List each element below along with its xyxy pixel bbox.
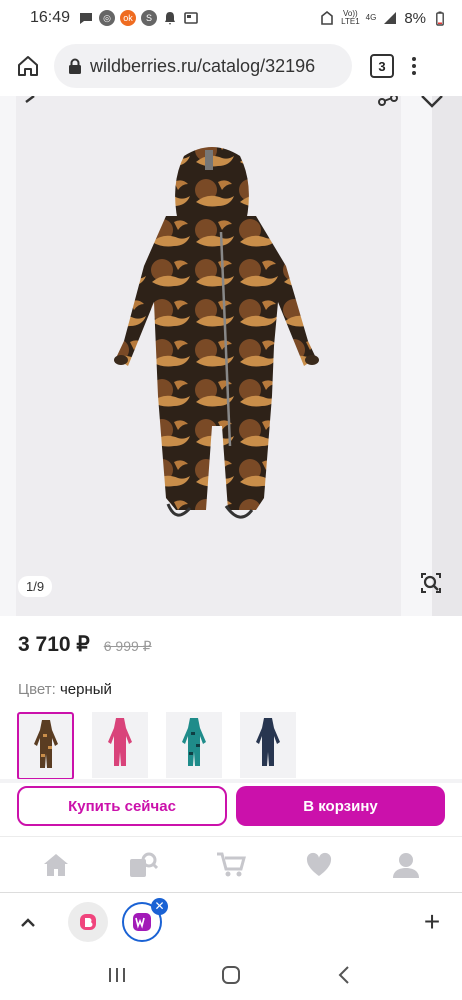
share-icon[interactable] [376, 96, 400, 110]
color-label: Цвет: [18, 681, 56, 698]
next-photo-preview[interactable] [432, 96, 462, 616]
nav-cart[interactable] [211, 845, 251, 885]
pink-app-icon [80, 913, 96, 930]
price-block: 3 710 ₽ 6 999 ₽ [18, 632, 152, 657]
system-back-icon[interactable] [334, 964, 356, 986]
cart-icon [216, 852, 246, 876]
signal-type: 4G [365, 13, 377, 22]
clock: 16:49 [30, 9, 71, 26]
swatch-teal[interactable] [166, 712, 222, 778]
favorite-heart-icon[interactable] [420, 96, 444, 110]
swatch-image [182, 718, 206, 766]
alarm-icon [319, 10, 335, 26]
dot [412, 57, 416, 61]
swatch-image [33, 720, 58, 768]
swatch-navy[interactable] [240, 712, 296, 778]
home-icon [18, 56, 38, 76]
chat-icon [78, 10, 94, 26]
battery-icon [432, 10, 448, 26]
expand-tab-group-button[interactable] [16, 910, 40, 934]
notification-icons: ◎ ok S [78, 10, 199, 26]
status-bar: 16:49 ◎ ok S Vo)) LTE1 4G 8% [0, 0, 462, 36]
shazam-icon: S [141, 10, 158, 26]
nav-profile[interactable] [386, 845, 426, 885]
battery-level: 8% [404, 9, 426, 27]
snowsuit-image [114, 147, 319, 519]
old-price: 6 999 ₽ [103, 638, 152, 654]
system-navigation [0, 950, 462, 1000]
url-text: wildberries.ru/catalog/32196 [90, 55, 316, 76]
sync-icon: ◎ [99, 10, 116, 26]
add-to-cart-button[interactable]: В корзину [236, 786, 445, 826]
nav-favorites[interactable] [299, 845, 339, 885]
home-button[interactable] [12, 50, 44, 82]
current-price: 3 710 ₽ [18, 633, 90, 656]
color-selector-label: Цвет: черный [18, 681, 112, 698]
app-icon: ok [120, 10, 137, 26]
address-bar[interactable]: wildberries.ru/catalog/32196 [54, 44, 352, 88]
dot [412, 71, 416, 75]
back-arrow-icon[interactable] [20, 96, 44, 110]
color-swatches [17, 712, 296, 780]
browser-toolbar: wildberries.ru/catalog/32196 3 [0, 36, 462, 96]
divider [0, 779, 462, 783]
tab-favicon-1[interactable] [68, 901, 108, 942]
network-indicator: Vo)) LTE1 [341, 9, 360, 26]
swatch-image [108, 718, 132, 766]
buy-now-button[interactable]: Купить сейчас [17, 786, 227, 826]
tab-group-bar: ✕ + [0, 892, 462, 950]
tabs-button[interactable]: 3 [370, 54, 394, 78]
swatch-black[interactable] [17, 712, 74, 780]
profile-icon [393, 852, 420, 878]
browser-menu-button[interactable] [412, 57, 416, 75]
status-right: Vo)) LTE1 4G 8% [319, 10, 448, 27]
product-gallery[interactable]: 1/9 [0, 96, 462, 616]
dot [412, 64, 416, 68]
lock-icon [69, 58, 81, 74]
nav-catalog[interactable] [123, 845, 163, 885]
bottom-navigation [0, 836, 462, 892]
nav-home[interactable] [36, 845, 76, 885]
signal-icon [382, 10, 398, 26]
chevron-up-icon [21, 917, 35, 927]
favorites-icon [306, 852, 331, 876]
swatch-pink[interactable] [92, 712, 148, 778]
home-icon [43, 853, 68, 876]
product-photo[interactable] [16, 96, 401, 616]
close-tab-icon[interactable]: ✕ [151, 897, 168, 915]
photo-counter: 1/9 [18, 576, 53, 597]
system-home-icon[interactable] [220, 964, 242, 986]
tab-favicon-2-active[interactable]: ✕ [122, 897, 168, 942]
bell-icon [162, 10, 178, 26]
catalog-search-icon [130, 852, 159, 877]
news-icon [183, 10, 199, 26]
wildberries-icon [133, 912, 151, 931]
recent-apps-icon[interactable] [106, 965, 128, 985]
image-search-icon[interactable] [418, 570, 444, 596]
swatch-image [256, 718, 280, 766]
new-tab-button[interactable]: + [418, 906, 446, 938]
color-value: черный [59, 681, 112, 698]
